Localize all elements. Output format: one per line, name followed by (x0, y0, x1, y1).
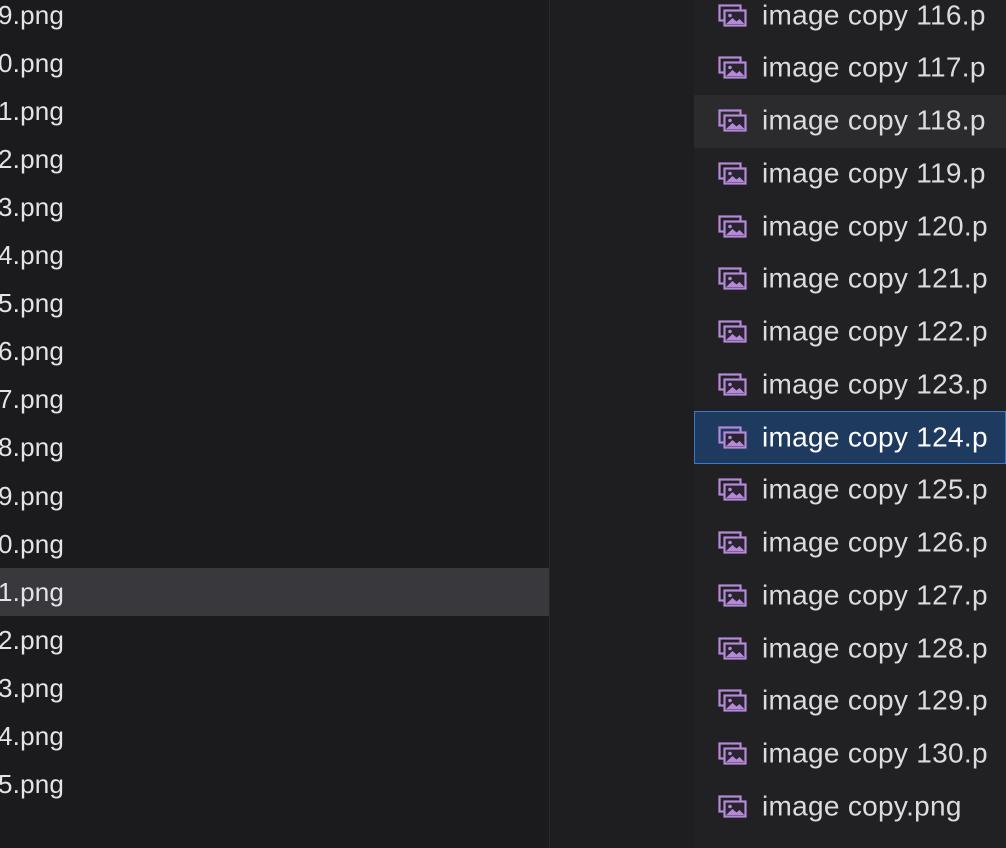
left-list-item[interactable]: 8.png (0, 424, 549, 472)
left-list-item[interactable]: 4.png (0, 713, 549, 761)
file-name: 8.png (0, 432, 65, 463)
file-name: image copy 127.p (762, 579, 988, 611)
file-name: 1.png (0, 95, 65, 126)
left-list-item[interactable]: 5.png (0, 280, 549, 328)
file-name: image copy 118.p (762, 104, 986, 136)
image-file-icon (718, 109, 747, 132)
left-list-item[interactable]: 6.png (0, 328, 549, 376)
left-list-item[interactable]: 3.png (0, 664, 549, 712)
image-file-icon (718, 478, 747, 501)
file-name: image copy.png (762, 790, 962, 822)
right-list-item[interactable]: image copy 119.p (694, 147, 1006, 200)
image-file-icon (718, 3, 747, 27)
right-list-item[interactable]: image copy 130.p (694, 728, 1006, 781)
file-name: 3.png (0, 672, 65, 703)
left-list-item[interactable]: 2.png (0, 616, 549, 664)
file-name: image copy 125.p (762, 473, 988, 505)
file-name: image copy 130.p (762, 737, 988, 769)
left-file-list: 9.png 0.png 1.png 2.png 3.png 4.png 5.pn… (0, 0, 549, 848)
file-name: 3.png (0, 191, 65, 222)
file-name: image copy 120.p (762, 209, 988, 241)
left-list-item[interactable]: 4.png (0, 232, 549, 280)
left-list-item[interactable]: 0.png (0, 39, 549, 87)
right-list-item[interactable]: image copy 123.p (694, 358, 1006, 411)
file-name: 4.png (0, 240, 65, 270)
file-name: 0.png (0, 47, 65, 78)
image-file-icon (718, 636, 747, 660)
right-list-item[interactable]: image copy.png (694, 780, 1006, 833)
right-list-item[interactable]: image copy 120.p (694, 200, 1006, 253)
file-name: 9.png (0, 480, 65, 511)
file-name: image copy 116.p (762, 0, 986, 30)
image-file-icon (718, 795, 747, 818)
file-name: 2.png (0, 143, 65, 174)
right-list-item[interactable]: image copy 127.p (694, 569, 1006, 622)
file-name: image copy 121.p (762, 262, 988, 294)
left-list-item[interactable]: 2.png (0, 135, 549, 183)
right-list-item[interactable]: image copy 118.p (694, 94, 1006, 148)
file-name: image copy 119.p (762, 157, 986, 189)
left-list-item[interactable]: 9.png (0, 472, 549, 520)
right-list-item[interactable]: image copy 128.p (694, 622, 1006, 675)
image-file-icon (718, 320, 747, 343)
file-name: 4.png (0, 721, 65, 751)
left-list-item[interactable]: 5.png (0, 761, 549, 809)
image-file-icon (718, 373, 747, 396)
file-name: 5.png (0, 769, 65, 800)
pane-gutter (550, 0, 694, 848)
image-file-icon (718, 56, 747, 79)
image-file-icon (718, 742, 747, 765)
right-list-item[interactable]: image copy 117.p (694, 42, 1006, 95)
file-name: image copy 122.p (762, 315, 988, 347)
file-name: image copy 117.p (762, 51, 986, 83)
left-list-item[interactable]: 1.png (0, 568, 549, 617)
left-list-item[interactable]: 9.png (0, 0, 549, 39)
left-list-item[interactable]: 1.png (0, 87, 549, 135)
right-list-item[interactable]: image copy 125.p (694, 464, 1006, 517)
image-file-icon (718, 162, 747, 185)
file-name: 0.png (0, 528, 65, 559)
right-list-item[interactable]: image copy 129.p (694, 675, 1006, 728)
file-name: 7.png (0, 384, 65, 415)
right-file-list: image copy 116.p image copy 117.p image … (694, 0, 1006, 848)
file-name: 2.png (0, 624, 65, 655)
file-name: image copy 126.p (762, 526, 988, 558)
file-name: image copy 123.p (762, 368, 988, 400)
file-name: 9.png (0, 0, 65, 30)
file-name: image copy 128.p (762, 631, 988, 663)
file-name: image copy 129.p (762, 684, 988, 716)
file-name: 5.png (0, 288, 65, 319)
image-file-icon (718, 584, 747, 607)
file-name: 1.png (0, 576, 65, 607)
file-name: image copy 124.p (762, 420, 988, 452)
image-file-icon (718, 267, 747, 290)
left-list-item[interactable]: 7.png (0, 376, 549, 424)
image-file-icon (718, 531, 747, 554)
file-name: 6.png (0, 336, 65, 367)
left-list-item[interactable]: 3.png (0, 183, 549, 231)
right-list-item[interactable]: image copy 121.p (694, 253, 1006, 306)
right-list-item[interactable]: image copy 126.p (694, 517, 1006, 570)
image-file-icon (718, 425, 747, 449)
image-file-icon (718, 214, 747, 238)
image-file-icon (718, 689, 747, 712)
left-list-item[interactable]: 0.png (0, 520, 549, 568)
right-list-item[interactable]: image copy 124.p (694, 411, 1006, 464)
right-list-item[interactable]: image copy 122.p (694, 306, 1006, 359)
right-list-item[interactable]: image copy 116.p (694, 0, 1006, 42)
